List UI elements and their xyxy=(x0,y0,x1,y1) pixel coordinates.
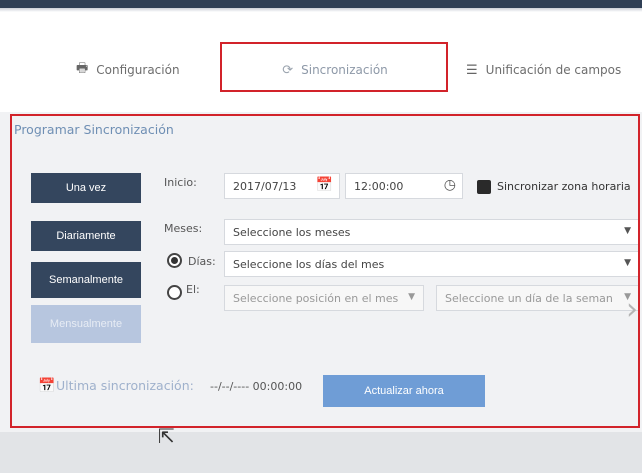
weekday-value: Seleccione un día de la seman xyxy=(445,291,613,305)
list-icon: ☰ xyxy=(466,62,478,78)
update-now-button[interactable]: Actualizar ahora xyxy=(323,375,485,407)
sync-timezone-label: Sincronizar zona horaria xyxy=(497,180,631,193)
chevron-down-icon: ▼ xyxy=(408,292,415,302)
start-date-value: 2017/07/13 xyxy=(233,179,297,193)
mouse-pointer-icon: ⇱ xyxy=(158,424,175,448)
tab-configuracion[interactable]: 🖶 Configuración xyxy=(76,46,180,94)
tab-unificacion-de-campos[interactable]: ☰ Unificación de campos xyxy=(466,46,621,94)
section-title: Programar Sincronización xyxy=(14,122,174,137)
tab-label: Unificación de campos xyxy=(485,63,622,77)
last-sync-label: Ultima sincronización: xyxy=(56,378,194,393)
calendar-icon: 📅 xyxy=(38,378,56,394)
days-label: Días: xyxy=(188,255,216,268)
tab-label: Sincronización xyxy=(301,63,388,77)
tab-sincronizacion[interactable]: ⟳ Sincronización xyxy=(222,46,448,94)
days-radio[interactable] xyxy=(167,253,182,268)
start-label: Inicio: xyxy=(164,176,197,189)
months-select-value: Seleccione los meses xyxy=(233,225,351,239)
calendar-icon[interactable]: 📅 xyxy=(316,177,333,193)
months-select[interactable]: Seleccione los meses ▼ xyxy=(224,219,640,245)
tab-label: Configuración xyxy=(96,63,180,77)
printer-icon: 🖶 xyxy=(76,61,89,76)
days-select[interactable]: Seleccione los días del mes ▼ xyxy=(224,251,640,277)
refresh-icon: ⟳ xyxy=(282,62,294,78)
sync-timezone-checkbox[interactable] xyxy=(477,180,491,194)
once-button[interactable]: Una vez xyxy=(31,173,141,203)
on-label: El: xyxy=(186,283,200,296)
top-bar-shadow xyxy=(0,8,642,12)
start-time-field[interactable]: 12:00:00 ◷ xyxy=(345,173,463,199)
clock-icon[interactable]: ◷ xyxy=(444,177,456,193)
chevron-down-icon: ▼ xyxy=(624,258,631,268)
chevron-right-icon[interactable]: › xyxy=(626,292,638,327)
weekday-select[interactable]: Seleccione un día de la seman ▼ xyxy=(436,285,640,311)
top-bar xyxy=(0,0,642,8)
daily-button[interactable]: Diariamente xyxy=(31,221,141,251)
weekly-button[interactable]: Semanalmente xyxy=(31,262,141,298)
month-position-value: Seleccione posición en el mes xyxy=(233,291,399,305)
days-select-value: Seleccione los días del mes xyxy=(233,257,385,271)
on-radio[interactable] xyxy=(167,285,182,300)
start-date-field[interactable]: 2017/07/13 📅 xyxy=(224,173,340,199)
footer-bar xyxy=(0,432,642,473)
months-label: Meses: xyxy=(164,222,203,235)
month-position-select[interactable]: Seleccione posición en el mes ▼ xyxy=(224,285,424,311)
chevron-down-icon: ▼ xyxy=(624,226,631,236)
start-time-value: 12:00:00 xyxy=(354,179,404,193)
monthly-button[interactable]: Mensualmente xyxy=(31,305,141,343)
last-sync-value: --/--/---- 00:00:00 xyxy=(210,380,303,393)
